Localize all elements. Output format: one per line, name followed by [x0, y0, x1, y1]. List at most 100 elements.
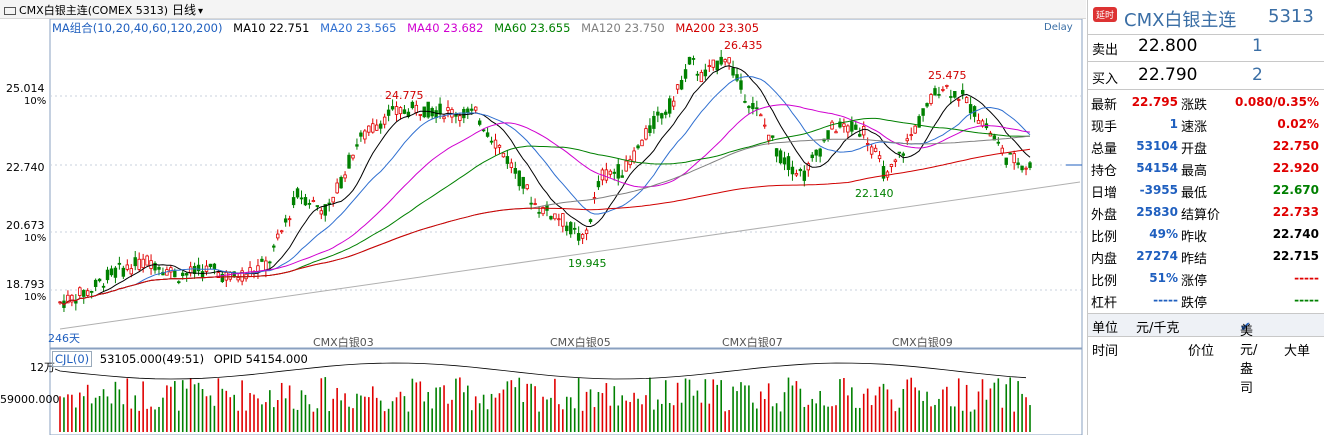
price-tick: 22.740 — [6, 161, 45, 174]
quote-row: 现手 1 速涨 0.02% — [1088, 114, 1324, 135]
candle-body — [137, 258, 141, 270]
quote-label: 最低 — [1181, 186, 1208, 201]
price-tick: 25.014 — [6, 82, 45, 95]
candle-body — [343, 174, 347, 179]
candle-body — [640, 139, 644, 147]
candle-body — [493, 139, 498, 149]
tick-table-header: 时间 价位 大单 — [1088, 337, 1324, 359]
quote-value: ----- — [1294, 293, 1319, 307]
bid-volume: 2 — [1252, 65, 1263, 85]
candle-body — [283, 218, 288, 223]
candle-body — [351, 154, 355, 159]
chart-toolbar: CMX白银主连(COMEX 5313) 日线 ▾ — [0, 0, 1086, 19]
quote-value: 22.920 — [1272, 161, 1319, 175]
candle-body — [402, 109, 407, 114]
quote-value: 22.715 — [1272, 249, 1319, 263]
candle-body — [699, 71, 704, 83]
quote-label: 现手 — [1091, 120, 1118, 135]
ma-legend-item[interactable]: MA组合(10,20,40,60,120,200) — [52, 21, 222, 35]
kline-chart[interactable]: 24.775 26.435 25.475 19.945 22.140 CMX白银03 CMX… — [0, 19, 1086, 435]
candle-body — [1024, 167, 1028, 170]
candle-body — [743, 100, 747, 103]
ask-label: 卖出 — [1092, 43, 1119, 58]
quote-label: 结算价 — [1181, 208, 1221, 223]
quote-value: 22.750 — [1272, 139, 1319, 153]
candle-body — [1012, 153, 1016, 164]
quote-label: 杠杆 — [1091, 296, 1118, 311]
quote-label: 最高 — [1181, 164, 1208, 179]
candle-body — [889, 164, 894, 167]
kline-chart-area[interactable]: 24.775 26.435 25.475 19.945 22.140 CMX白银03 CMX… — [0, 19, 1086, 435]
quote-row: 比例 49% 昨收 22.740 — [1088, 224, 1324, 245]
volume-header: CJL(0) 53105.000(49:51) OPID 54154.000 — [52, 351, 308, 367]
quote-label: 速涨 — [1181, 120, 1208, 135]
ma-legend-item: MA10 22.751 — [233, 21, 310, 35]
candle-body — [913, 125, 917, 134]
candle-body — [616, 164, 620, 179]
candle-body — [842, 123, 846, 127]
high-label: 24.775 — [385, 89, 424, 102]
price-pct-tick: 10% — [24, 233, 47, 244]
candle-body — [612, 171, 616, 174]
candle-body — [509, 162, 514, 168]
ma60-line — [59, 117, 1031, 306]
candle-body — [141, 258, 145, 269]
candle-body — [576, 233, 581, 241]
candle-body — [533, 203, 537, 205]
window-icon — [4, 7, 16, 15]
candle-body — [319, 210, 324, 215]
candle-body — [802, 170, 807, 181]
quote-label: 最新 — [1091, 98, 1118, 113]
ask-row[interactable]: 卖出 22.800 1 — [1088, 35, 1324, 59]
month-label: CMX白银07 — [722, 335, 783, 349]
candle-body — [145, 255, 149, 266]
candle-body — [893, 159, 898, 163]
candle-body — [299, 197, 304, 200]
quote-row: 内盘 27274 昨结 22.715 — [1088, 246, 1324, 267]
quote-label: 涨跌 — [1181, 98, 1208, 113]
candle-body — [608, 170, 613, 175]
price-pct-tick: 10% — [24, 96, 47, 107]
quote-label: 日增 — [1091, 186, 1118, 201]
candle-body — [759, 114, 763, 117]
candle-body — [378, 123, 383, 129]
candle-body — [719, 56, 723, 65]
candle-body — [715, 60, 719, 71]
candle-body — [830, 121, 834, 130]
unit-value[interactable]: 元/千克 — [1136, 317, 1179, 336]
candle-body — [89, 291, 94, 293]
candle-body — [303, 197, 308, 206]
candle-body — [184, 273, 189, 276]
quote-value: ----- — [1294, 271, 1319, 285]
candle-body — [671, 100, 676, 107]
candle-body — [1000, 147, 1004, 154]
candle-body — [398, 107, 403, 115]
quote-label: 开盘 — [1181, 142, 1208, 157]
quote-value: 22.795 — [1131, 95, 1178, 109]
high-label: 25.475 — [928, 69, 967, 82]
quote-title: 延时 CMX白银主连 5313 — [1088, 0, 1324, 35]
candle-body — [763, 124, 767, 127]
candle-body — [592, 197, 597, 199]
candle-body — [272, 245, 276, 248]
candle-body — [810, 154, 814, 159]
quote-value: 27274 — [1136, 249, 1178, 263]
candle-body — [117, 262, 122, 265]
bid-row[interactable]: 买入 22.790 2 — [1088, 64, 1324, 88]
candle-body — [941, 88, 945, 91]
candle-body — [335, 182, 339, 194]
candle-body — [442, 116, 446, 120]
candle-body — [909, 134, 913, 137]
candle-body — [513, 168, 518, 174]
candle-body — [86, 290, 90, 296]
candle-body — [1008, 152, 1012, 155]
period-selector[interactable]: 日线 ▾ — [172, 1, 203, 18]
candle-body — [755, 107, 759, 110]
quote-value: 0.080/0.35% — [1235, 95, 1319, 109]
candle-body — [347, 154, 351, 169]
volume-title[interactable]: CJL(0) — [52, 351, 93, 367]
candle-body — [537, 211, 541, 214]
candle-body — [70, 294, 74, 303]
instrument-selector[interactable]: CMX白银主连(COMEX 5313) — [4, 2, 168, 18]
ma-legend-item: MA120 23.750 — [581, 21, 665, 35]
